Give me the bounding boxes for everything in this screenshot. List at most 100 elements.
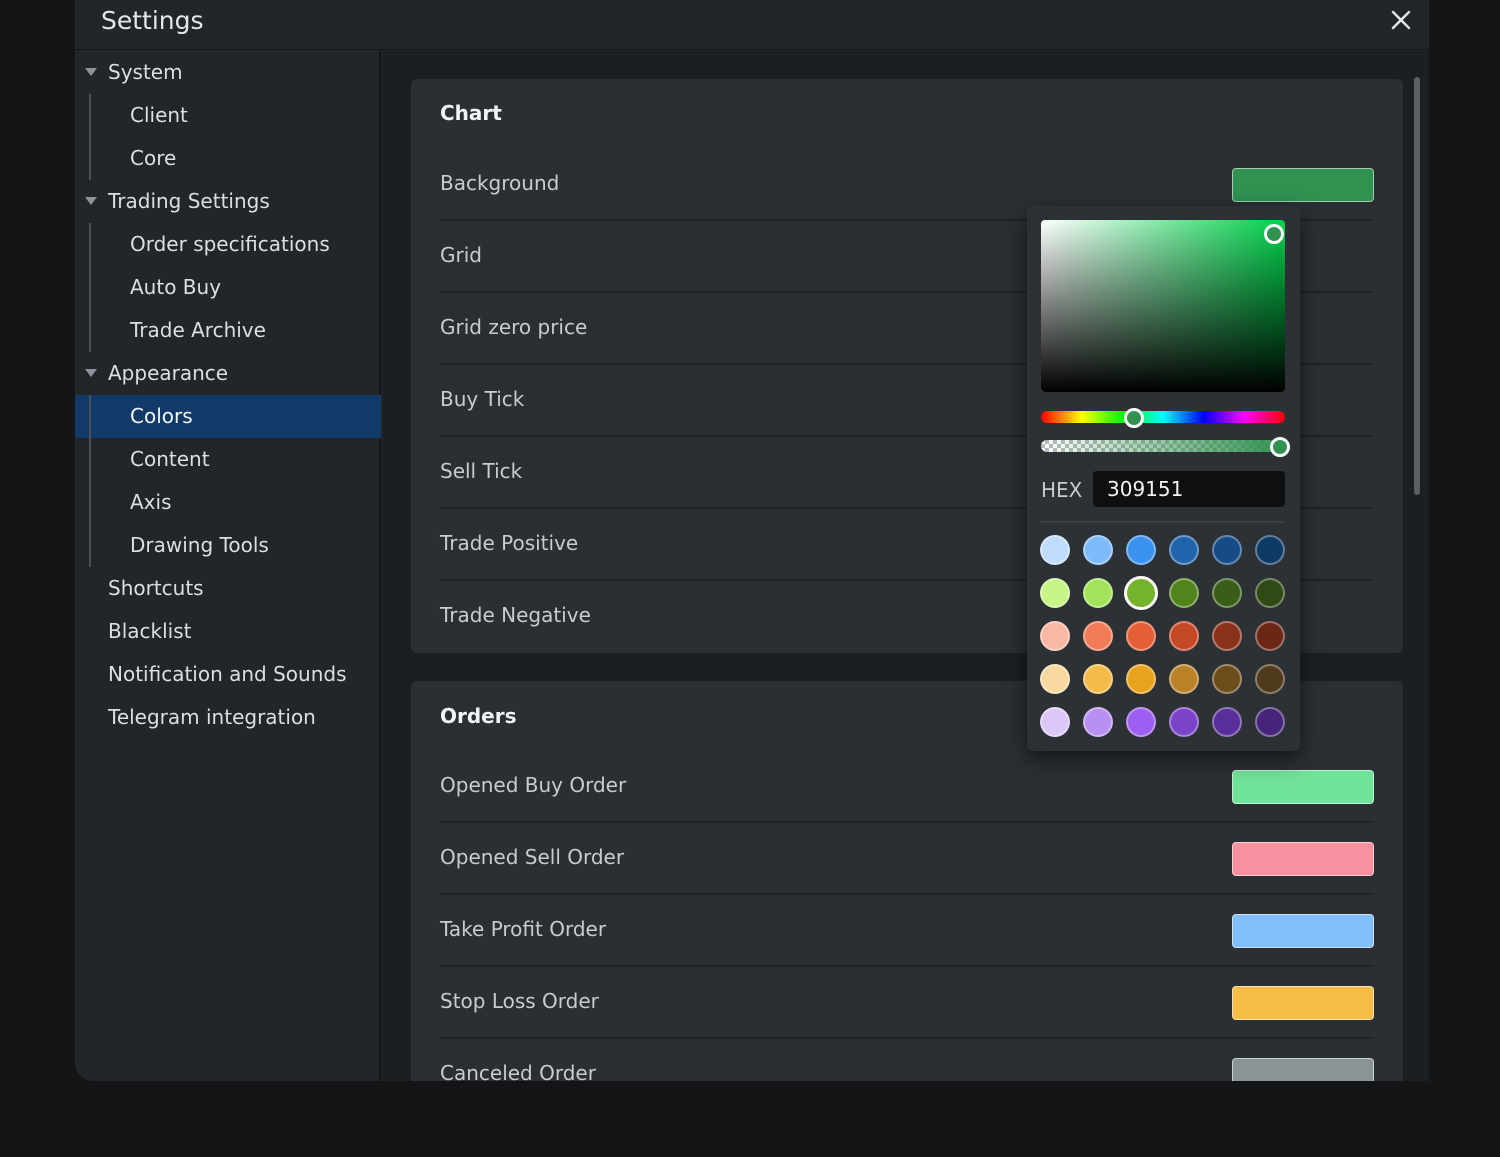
preset-color-swatch[interactable] (1083, 707, 1113, 737)
color-row-label: Canceled Order (440, 1061, 596, 1081)
sidebar-item-label: Drawing Tools (130, 533, 269, 557)
preset-color-swatch[interactable] (1040, 664, 1070, 694)
caret-down-icon[interactable] (84, 67, 98, 77)
preset-color-swatch[interactable] (1169, 664, 1199, 694)
hue-handle[interactable] (1124, 408, 1144, 428)
color-row-label: Stop Loss Order (440, 989, 599, 1013)
close-button[interactable] (1387, 6, 1415, 34)
sidebar-item-blacklist[interactable]: Blacklist (75, 610, 381, 653)
sidebar-item-label: Trading Settings (108, 189, 270, 213)
saturation-handle[interactable] (1264, 224, 1284, 244)
color-swatch-button[interactable] (1232, 1058, 1374, 1081)
sidebar-item-auto-buy[interactable]: Auto Buy (75, 266, 381, 309)
preset-color-swatch[interactable] (1255, 535, 1285, 565)
black-gradient (1041, 220, 1285, 392)
saturation-area[interactable] (1041, 220, 1285, 392)
sidebar-item-label: Content (130, 447, 210, 471)
hex-label: HEX (1041, 478, 1083, 502)
preset-color-swatch[interactable] (1212, 535, 1242, 565)
color-row-label: Opened Buy Order (440, 773, 627, 797)
sidebar-item-appearance[interactable]: Appearance (75, 352, 381, 395)
tree-guide-line (89, 223, 91, 352)
sidebar-item-label: Trade Archive (130, 318, 266, 342)
hex-input[interactable] (1093, 471, 1285, 507)
color-row-canceled-order: Canceled Order (440, 1039, 1374, 1081)
preset-color-swatch[interactable] (1169, 707, 1199, 737)
alpha-slider[interactable] (1041, 440, 1285, 452)
preset-color-swatch[interactable] (1040, 578, 1070, 608)
color-row-label: Trade Positive (440, 531, 579, 555)
color-row-label: Trade Negative (440, 603, 591, 627)
sidebar-item-label: Axis (130, 490, 172, 514)
sidebar-item-content[interactable]: Content (75, 438, 381, 481)
color-row-label: Opened Sell Order (440, 845, 625, 869)
color-row-opened-buy-order: Opened Buy Order (440, 751, 1374, 823)
caret-down-icon[interactable] (84, 368, 98, 378)
preset-color-swatch[interactable] (1083, 535, 1113, 565)
picker-divider (1041, 521, 1285, 523)
sidebar-item-label: Auto Buy (130, 275, 222, 299)
preset-color-swatch[interactable] (1212, 664, 1242, 694)
preset-color-swatch[interactable] (1169, 621, 1199, 651)
preset-color-swatch[interactable] (1169, 578, 1199, 608)
sidebar-item-label: Notification and Sounds (108, 662, 347, 686)
sidebar-item-trading-settings[interactable]: Trading Settings (75, 180, 381, 223)
preset-color-swatch[interactable] (1040, 621, 1070, 651)
color-row-opened-sell-order: Opened Sell Order (440, 823, 1374, 895)
sidebar-item-drawing-tools[interactable]: Drawing Tools (75, 524, 381, 567)
sidebar-item-colors[interactable]: Colors (75, 395, 381, 438)
sidebar-item-label: Appearance (108, 361, 229, 385)
preset-color-swatch[interactable] (1212, 707, 1242, 737)
preset-color-swatch[interactable] (1255, 578, 1285, 608)
sidebar-item-order-specifications[interactable]: Order specifications (75, 223, 381, 266)
preset-color-swatch[interactable] (1126, 707, 1156, 737)
preset-color-swatch[interactable] (1124, 576, 1158, 610)
color-swatch-button[interactable] (1232, 842, 1374, 876)
sidebar-item-notification-and-sounds[interactable]: Notification and Sounds (75, 653, 381, 696)
sidebar-item-system[interactable]: System (75, 51, 381, 94)
preset-color-swatch[interactable] (1083, 621, 1113, 651)
content-scrollbar[interactable] (1414, 77, 1420, 495)
color-swatch-button[interactable] (1232, 770, 1374, 804)
caret-down-icon[interactable] (84, 196, 98, 206)
preset-color-swatch[interactable] (1126, 664, 1156, 694)
sidebar-item-core[interactable]: Core (75, 137, 381, 180)
sidebar-item-axis[interactable]: Axis (75, 481, 381, 524)
preset-color-swatch[interactable] (1083, 664, 1113, 694)
color-row-label: Grid zero price (440, 315, 588, 339)
sidebar-item-client[interactable]: Client (75, 94, 381, 137)
preset-color-swatch[interactable] (1126, 621, 1156, 651)
sidebar-item-trade-archive[interactable]: Trade Archive (75, 309, 381, 352)
alpha-handle[interactable] (1270, 437, 1290, 457)
settings-sidebar: System Client Core Trading Settings Order sp… (75, 51, 381, 1081)
sidebar-item-label: Order specifications (130, 232, 330, 256)
color-swatch-button[interactable] (1232, 986, 1374, 1020)
sidebar-item-shortcuts[interactable]: Shortcuts (75, 567, 381, 610)
preset-color-swatch[interactable] (1255, 621, 1285, 651)
preset-color-swatch[interactable] (1040, 707, 1070, 737)
titlebar: Settings (75, 0, 1429, 50)
preset-color-swatch[interactable] (1126, 535, 1156, 565)
color-row-label: Background (440, 171, 560, 195)
sidebar-item-telegram-integration[interactable]: Telegram integration (75, 696, 381, 739)
close-icon (1391, 10, 1411, 30)
sidebar-item-label: Colors (130, 404, 193, 428)
color-row-label: Grid (440, 243, 482, 267)
preset-color-swatch[interactable] (1040, 535, 1070, 565)
color-row-stop-loss-order: Stop Loss Order (440, 967, 1374, 1039)
preset-color-swatch[interactable] (1212, 621, 1242, 651)
color-swatch-button[interactable] (1232, 914, 1374, 948)
tree-guide-line (89, 94, 91, 180)
hue-slider[interactable] (1041, 411, 1285, 423)
color-row-label: Sell Tick (440, 459, 523, 483)
sidebar-item-label: Client (130, 103, 188, 127)
preset-color-swatch[interactable] (1212, 578, 1242, 608)
preset-color-swatch[interactable] (1255, 664, 1285, 694)
color-picker-popover: HEX (1027, 206, 1300, 751)
color-row-label: Buy Tick (440, 387, 525, 411)
color-swatch-button[interactable] (1232, 168, 1374, 202)
preset-color-swatch[interactable] (1255, 707, 1285, 737)
sidebar-item-label: Blacklist (108, 619, 192, 643)
preset-color-swatch[interactable] (1169, 535, 1199, 565)
preset-color-swatch[interactable] (1083, 578, 1113, 608)
